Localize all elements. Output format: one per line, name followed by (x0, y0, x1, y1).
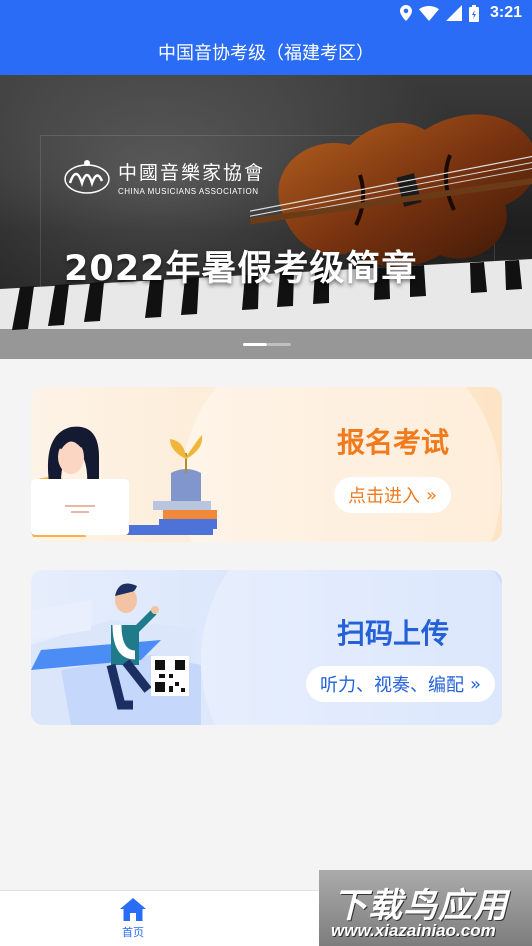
carousel-indicator (243, 343, 291, 346)
site-watermark: 下载鸟应用 www.xiazainiao.com (319, 870, 532, 946)
battery-icon (468, 4, 479, 22)
signal-icon (445, 5, 462, 21)
listening-sightplay-arrange-button[interactable]: 听力、视奏、编配 » (306, 666, 496, 702)
status-time: 3:21 (489, 4, 522, 21)
carousel-dot (267, 343, 291, 346)
banner-carousel[interactable]: 中國音樂家協會 CHINA MUSICIANS ASSOCIATION 2022… (0, 75, 532, 359)
wifi-icon (418, 5, 439, 21)
enter-button-label: 点击进入 (348, 486, 420, 507)
student-qrcode-illustration (31, 583, 201, 725)
scan-upload-title: 扫码上传 (337, 617, 450, 650)
page-title: 中国音协考级（福建考区） (158, 42, 374, 64)
home-icon (120, 898, 146, 921)
logo-name-en: CHINA MUSICIANS ASSOCIATION (118, 187, 259, 196)
status-bar: 3:21 (0, 0, 532, 28)
student-laptop-illustration (31, 426, 217, 537)
cma-emblem-icon (64, 160, 110, 194)
logo-name-cn: 中國音樂家協會 (118, 162, 266, 184)
carousel-dot-active (243, 343, 267, 346)
tab-home-label: 首页 (122, 926, 144, 939)
watermark-cn: 下载鸟应用 (333, 886, 508, 926)
banner-headline: 2022年暑假考级简章 (64, 249, 418, 289)
register-exam-card[interactable]: 报名考试 点击进入 » (31, 387, 502, 542)
tab-home[interactable]: 首页 (108, 897, 158, 940)
app-header: 中国音协考级（福建考区） (0, 28, 532, 75)
double-chevron-right-icon: » (426, 484, 438, 506)
location-icon (399, 5, 412, 21)
double-chevron-right-icon: » (470, 673, 482, 695)
cma-logo: 中國音樂家協會 CHINA MUSICIANS ASSOCIATION (62, 157, 265, 197)
enter-button[interactable]: 点击进入 » (334, 477, 452, 513)
upload-button-label: 听力、视奏、编配 (320, 675, 464, 696)
watermark-url: www.xiazainiao.com (331, 921, 496, 940)
scan-upload-card[interactable]: 扫码上传 听力、视奏、编配 » (31, 570, 502, 725)
register-exam-title: 报名考试 (337, 426, 450, 459)
